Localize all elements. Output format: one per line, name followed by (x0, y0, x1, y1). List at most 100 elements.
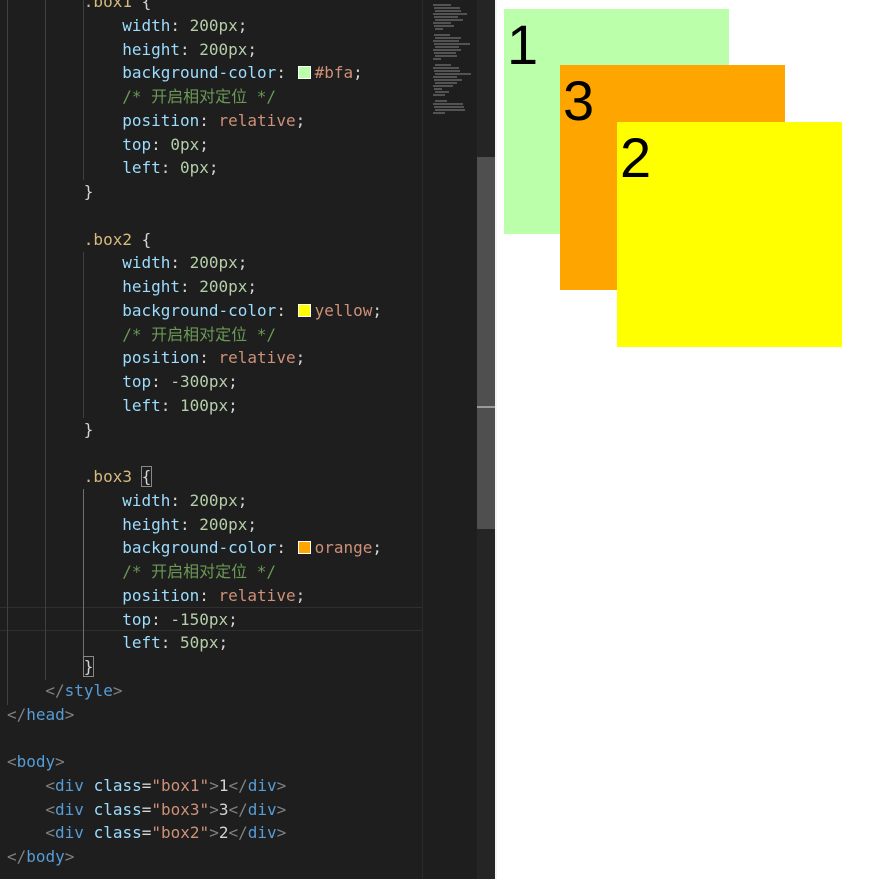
minimap-row (433, 40, 459, 42)
code-token: div (248, 800, 277, 819)
code-token: : (151, 135, 170, 154)
scrollbar-thumb[interactable] (477, 157, 495, 529)
code-token: : (199, 586, 218, 605)
code-line: <div class="box1">1</div> (45, 774, 286, 798)
code-token: relative (219, 111, 296, 130)
code-token: > (277, 800, 287, 819)
code-line: top: -300px; (122, 370, 238, 394)
minimap-row (434, 52, 456, 54)
minimap-row (433, 94, 445, 96)
minimap-row (433, 112, 445, 114)
minimap-row (435, 109, 465, 111)
minimap-row (435, 55, 457, 57)
minimap-row (433, 4, 451, 6)
code-line: background-color: yellow; (122, 299, 382, 323)
code-token: left (122, 633, 161, 652)
color-swatch-icon[interactable] (298, 66, 311, 79)
minimap-row (435, 46, 459, 48)
code-line: top: -150px; (122, 608, 238, 632)
minimap-row (434, 88, 442, 90)
minimap-row (435, 91, 449, 93)
code-token: 50px (180, 633, 219, 652)
code-token (84, 776, 94, 795)
code-token: class (94, 823, 142, 842)
code-token: </ (228, 800, 247, 819)
indent-guide (83, 252, 84, 418)
code-line: } (84, 180, 94, 204)
code-line: position: relative; (122, 346, 305, 370)
minimap-row (434, 43, 470, 45)
code-token: 200px (190, 491, 238, 510)
code-line: height: 200px; (122, 513, 257, 537)
code-token: : (161, 158, 180, 177)
minimap-row (435, 28, 443, 30)
code-token: < (7, 752, 17, 771)
minimap-row (433, 103, 463, 105)
minimap-row (434, 70, 460, 72)
code-token: /* 开启相对定位 */ (122, 325, 276, 344)
code-token: : (199, 348, 218, 367)
minimap-row (435, 37, 461, 39)
editor-scrollbar[interactable] (477, 0, 495, 879)
code-line: <body> (7, 750, 65, 774)
code-token: div (248, 823, 277, 842)
code-line: .box1 { (84, 0, 151, 14)
code-token: : (180, 277, 199, 296)
code-line: background-color: #bfa; (122, 61, 363, 85)
code-token: > (113, 681, 123, 700)
code-line: /* 开启相对定位 */ (122, 85, 276, 109)
code-token: : (180, 40, 199, 59)
code-token: class (94, 776, 142, 795)
code-token: ; (247, 277, 257, 296)
code-token: < (45, 823, 55, 842)
code-token: ; (209, 158, 219, 177)
code-line: <div class="box3">3</div> (45, 798, 286, 822)
code-token: : (151, 610, 170, 629)
code-token: width (122, 491, 170, 510)
code-token: "box2" (151, 823, 209, 842)
code-token: < (45, 800, 55, 819)
code-editor[interactable]: .box1 {width: 200px;height: 200px;backgr… (0, 0, 422, 879)
code-token: : (161, 396, 180, 415)
code-line: /* 开启相对定位 */ (122, 323, 276, 347)
code-token: > (65, 705, 75, 724)
code-token: yellow (315, 301, 373, 320)
code-token: : (161, 633, 180, 652)
code-token: body (26, 847, 65, 866)
minimap-row (434, 34, 450, 36)
code-line: left: 0px; (122, 156, 218, 180)
code-token: .box2 (84, 230, 132, 249)
minimap-row (433, 22, 451, 24)
code-token: : (276, 301, 295, 320)
minimap-row (434, 25, 454, 27)
code-token: width (122, 253, 170, 272)
code-token: height (122, 277, 180, 296)
minimap-row (434, 79, 462, 81)
color-swatch-icon[interactable] (298, 304, 311, 317)
minimap-row (435, 82, 457, 84)
code-token: div (248, 776, 277, 795)
code-line: .box3 { (84, 465, 151, 489)
minimap-row (433, 58, 441, 60)
code-line: </body> (7, 845, 74, 869)
code-token (132, 467, 142, 486)
code-token: ; (372, 538, 382, 557)
code-token: : (170, 16, 189, 35)
minimap[interactable] (422, 0, 478, 879)
box2-label: 2 (620, 126, 651, 189)
code-token: "box3" (151, 800, 209, 819)
code-token: class (94, 800, 142, 819)
code-token: .box3 (84, 467, 132, 486)
color-swatch-icon[interactable] (298, 541, 311, 554)
code-token: top (122, 610, 151, 629)
minimap-row (433, 49, 461, 51)
code-token: width (122, 16, 170, 35)
code-token: </ (228, 776, 247, 795)
code-token: 200px (199, 40, 247, 59)
minimap-row (433, 13, 467, 15)
code-token: 200px (190, 16, 238, 35)
code-token: { (132, 230, 151, 249)
browser-preview: 1 3 2 (497, 0, 874, 879)
code-token: </ (228, 823, 247, 842)
code-token: background-color (122, 538, 276, 557)
